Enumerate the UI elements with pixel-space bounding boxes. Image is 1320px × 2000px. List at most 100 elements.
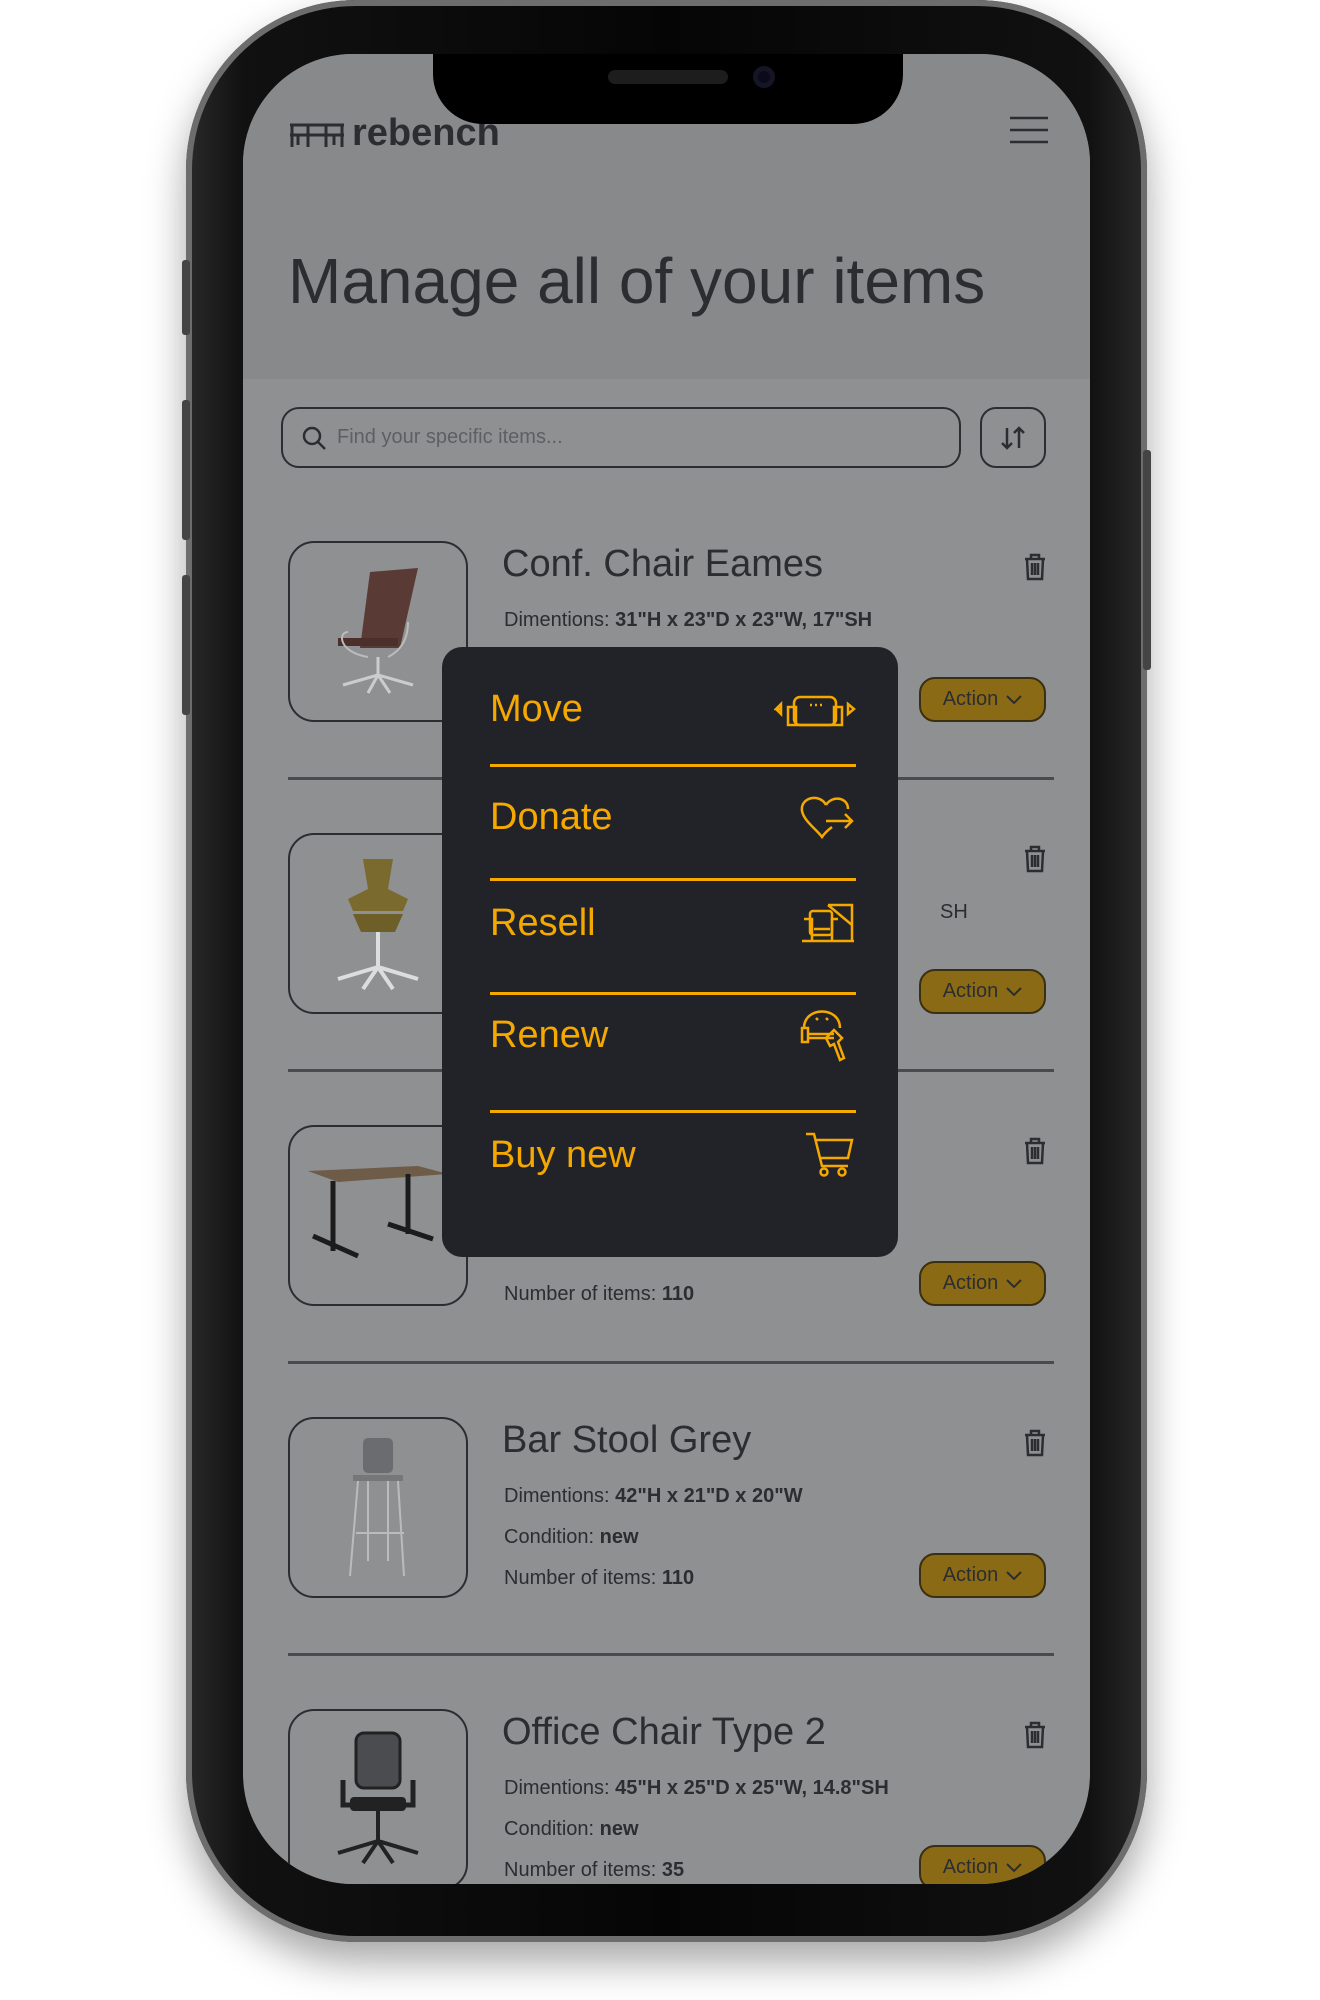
- menu-item-label: Resell: [490, 901, 596, 944]
- menu-item-buy-new[interactable]: Buy new: [490, 1115, 856, 1195]
- action-dropdown-button[interactable]: Action: [919, 1845, 1046, 1884]
- condition-label: Condition:: [504, 1818, 595, 1840]
- search-field[interactable]: [281, 407, 961, 468]
- item-dimensions: Dimentions: 42"H x 21"D x 20"W: [504, 1485, 803, 1508]
- action-label: Action: [942, 1272, 999, 1294]
- menu-item-move[interactable]: Move: [490, 669, 856, 749]
- condition-value: new: [599, 1526, 639, 1548]
- dimensions-label: Dimentions:: [504, 609, 610, 631]
- action-label: Action: [942, 980, 999, 1002]
- count-value: 110: [661, 1283, 695, 1305]
- action-label: Action: [942, 1564, 999, 1586]
- item-image-desk[interactable]: [288, 1125, 468, 1306]
- delete-button[interactable]: [1024, 553, 1046, 586]
- item-title: Conf. Chair Eames: [502, 543, 824, 585]
- trash-icon: [1025, 553, 1045, 581]
- action-dropdown-button[interactable]: Action: [919, 677, 1046, 722]
- delete-button[interactable]: [1024, 1721, 1046, 1754]
- item-card: Bar Stool Grey Dimentions: 42"H x 21"D x…: [288, 1417, 1054, 1709]
- action-menu: Move Donate Resell Renew Buy new: [442, 647, 898, 1257]
- repair-wrench-icon: [800, 1010, 846, 1062]
- delete-button[interactable]: [1024, 1137, 1046, 1170]
- trash-icon: [1025, 845, 1045, 873]
- divider: [288, 1653, 1054, 1656]
- condition-value: new: [599, 1818, 639, 1840]
- item-image-office-chair[interactable]: [288, 1709, 468, 1884]
- volume-down-button: [182, 575, 190, 715]
- menu-separator: [490, 764, 856, 767]
- trash-icon: [1025, 1721, 1045, 1749]
- desk-image: [308, 1165, 448, 1258]
- menu-button[interactable]: [1010, 116, 1048, 149]
- notch: [433, 54, 903, 124]
- dimensions-label: Dimentions:: [504, 1485, 610, 1507]
- chair-image: [337, 1731, 419, 1864]
- menu-item-label: Move: [490, 687, 583, 730]
- sort-arrows-icon: [1001, 425, 1025, 450]
- dimensions-value: 42"H x 21"D x 20"W: [615, 1485, 803, 1507]
- bench-logo-icon: [290, 123, 344, 147]
- chevron-down-icon: [1006, 986, 1023, 996]
- action-dropdown-button[interactable]: Action: [919, 1553, 1046, 1598]
- action-dropdown-button[interactable]: Action: [919, 1261, 1046, 1306]
- trash-icon: [1025, 1137, 1045, 1165]
- count-label: Number of items:: [504, 1567, 657, 1589]
- menu-item-resell[interactable]: Resell: [490, 883, 856, 963]
- chevron-down-icon: [1006, 694, 1023, 704]
- chair-image: [337, 858, 419, 990]
- menu-item-label: Buy new: [490, 1133, 636, 1176]
- condition-label: Condition:: [504, 1526, 595, 1548]
- menu-separator: [490, 1110, 856, 1113]
- action-dropdown-button[interactable]: Action: [919, 969, 1046, 1014]
- item-image-saddle-chair[interactable]: [288, 833, 468, 1014]
- resell-chair-icon: [802, 903, 854, 943]
- item-count: Number of items: 35: [504, 1859, 684, 1882]
- item-card: Office Chair Type 2 Dimentions: 45"H x 2…: [288, 1709, 1054, 1884]
- chevron-down-icon: [1006, 1570, 1023, 1580]
- item-condition: Condition: new: [504, 1526, 639, 1549]
- move-sofa-icon: [774, 695, 856, 727]
- app-screen: rebench Manage all of your items Conf. C…: [243, 54, 1090, 1884]
- dimensions-value: 45"H x 25"D x 25"W, 14.8"SH: [615, 1777, 889, 1799]
- item-image-eames-chair[interactable]: [288, 541, 468, 722]
- item-count: Number of items: 110: [504, 1567, 694, 1590]
- menu-item-donate[interactable]: Donate: [490, 777, 856, 857]
- delete-button[interactable]: [1024, 845, 1046, 878]
- dimensions-value: 31"H x 23"D x 23"W, 17"SH: [615, 609, 873, 631]
- count-value: 110: [661, 1567, 695, 1589]
- menu-separator: [490, 878, 856, 881]
- action-label: Action: [942, 688, 999, 710]
- chevron-down-icon: [1006, 1862, 1023, 1872]
- delete-button[interactable]: [1024, 1429, 1046, 1462]
- menu-item-label: Donate: [490, 795, 613, 838]
- divider: [288, 1361, 1054, 1364]
- item-count: Number of items: 110: [504, 1283, 694, 1306]
- item-title: Bar Stool Grey: [502, 1419, 752, 1461]
- heart-arrow-icon: [800, 796, 854, 839]
- page-title: Manage all of your items: [288, 245, 986, 317]
- chair-image: [338, 567, 418, 694]
- mute-switch: [182, 260, 190, 335]
- camera: [753, 66, 775, 88]
- dimensions-label: Dimentions:: [504, 1777, 610, 1799]
- menu-item-renew[interactable]: Renew: [490, 995, 856, 1075]
- hamburger-icon: [1010, 116, 1048, 144]
- item-title: Office Chair Type 2: [502, 1711, 826, 1753]
- volume-up-button: [182, 400, 190, 540]
- item-dimensions-partial: SH: [940, 901, 968, 923]
- item-image-bar-stool[interactable]: [288, 1417, 468, 1598]
- stool-image: [349, 1437, 405, 1576]
- cart-icon: [806, 1132, 854, 1177]
- item-condition: Condition: new: [504, 1818, 639, 1841]
- sort-button[interactable]: [980, 407, 1046, 468]
- action-label: Action: [942, 1856, 999, 1878]
- power-button: [1143, 450, 1151, 670]
- menu-item-label: Renew: [490, 1013, 609, 1056]
- trash-icon: [1025, 1429, 1045, 1457]
- count-label: Number of items:: [504, 1859, 657, 1881]
- search-input[interactable]: [337, 426, 897, 449]
- search-icon: [302, 426, 326, 450]
- item-dimensions: Dimentions: 45"H x 25"D x 25"W, 14.8"SH: [504, 1777, 889, 1800]
- count-value: 35: [661, 1859, 685, 1881]
- speaker: [608, 70, 728, 84]
